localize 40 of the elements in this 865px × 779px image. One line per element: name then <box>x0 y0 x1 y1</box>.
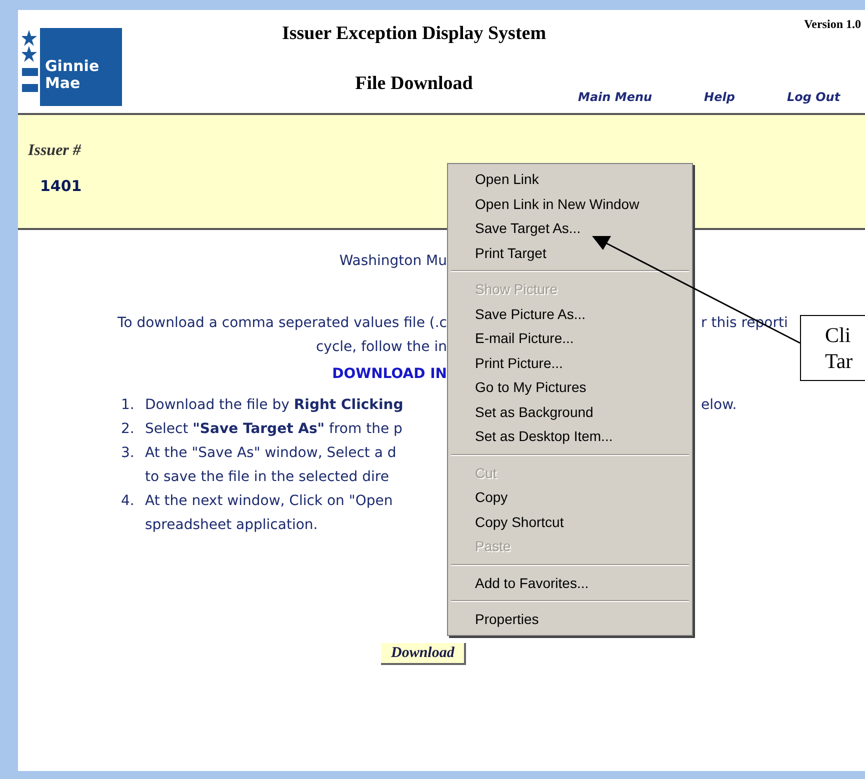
section-heading: DOWNLOAD IN <box>332 365 447 384</box>
menu-item[interactable]: Open Link <box>448 167 692 192</box>
instruction-number: 2. <box>121 420 136 439</box>
instruction-text: Download the file by Right Clicking <box>145 396 404 415</box>
issuer-number: 1401 <box>40 176 82 197</box>
menu-item[interactable]: Add to Favorites... <box>448 570 692 595</box>
menu-item[interactable]: Set as Desktop Item... <box>448 424 692 448</box>
menu-item[interactable]: Print Target <box>448 240 692 265</box>
menu-item[interactable]: Set as Background <box>448 400 692 424</box>
issuer-label: Issuer # <box>28 141 82 161</box>
nav-link[interactable]: Main Menu <box>578 88 652 106</box>
download-button[interactable]: Download <box>381 643 466 665</box>
body-text: Washington Mu <box>339 252 447 271</box>
page-title: File Download <box>354 72 474 96</box>
menu-item[interactable]: E-mail Picture... <box>448 326 692 350</box>
instruction-text: to save the file in the selected dire <box>145 468 389 487</box>
instruction-number: 1. <box>121 396 136 415</box>
menu-item[interactable]: Save Picture As... <box>448 302 692 326</box>
logo-text: Ginnie Mae <box>40 28 122 106</box>
callout-box: Cli Tar <box>800 315 865 381</box>
instruction-number: 4. <box>121 492 136 511</box>
menu-item[interactable]: Open Link in New Window <box>448 192 692 216</box>
nav-link[interactable]: Log Out <box>786 88 840 106</box>
version-label: Version 1.0 <box>804 16 861 33</box>
instruction-number: 3. <box>121 444 136 463</box>
body-text: elow. <box>701 397 737 413</box>
menu-item[interactable]: Go to My Pictures <box>448 375 692 400</box>
instruction-text: At the "Save As" window, Select a d <box>145 444 396 463</box>
body-text: To download a comma seperated values file (.c <box>118 314 447 333</box>
instruction-text: Select "Save Target As" from the p <box>145 420 402 439</box>
menu-item[interactable]: Save Target As... <box>448 216 692 240</box>
menu-item[interactable]: Copy Shortcut <box>448 510 692 534</box>
instruction-text: spreadsheet application. <box>145 516 318 535</box>
instruction-text: At the next window, Click on "Open <box>145 492 393 511</box>
menu-item[interactable]: Properties <box>448 607 692 632</box>
menu-item[interactable]: Copy <box>448 485 692 510</box>
body-text: cycle, follow the in <box>316 338 447 357</box>
nav-link[interactable]: Help <box>704 88 735 106</box>
app-title: Issuer Exception Display System <box>280 22 548 46</box>
menu-item[interactable]: Print Picture... <box>448 350 692 375</box>
